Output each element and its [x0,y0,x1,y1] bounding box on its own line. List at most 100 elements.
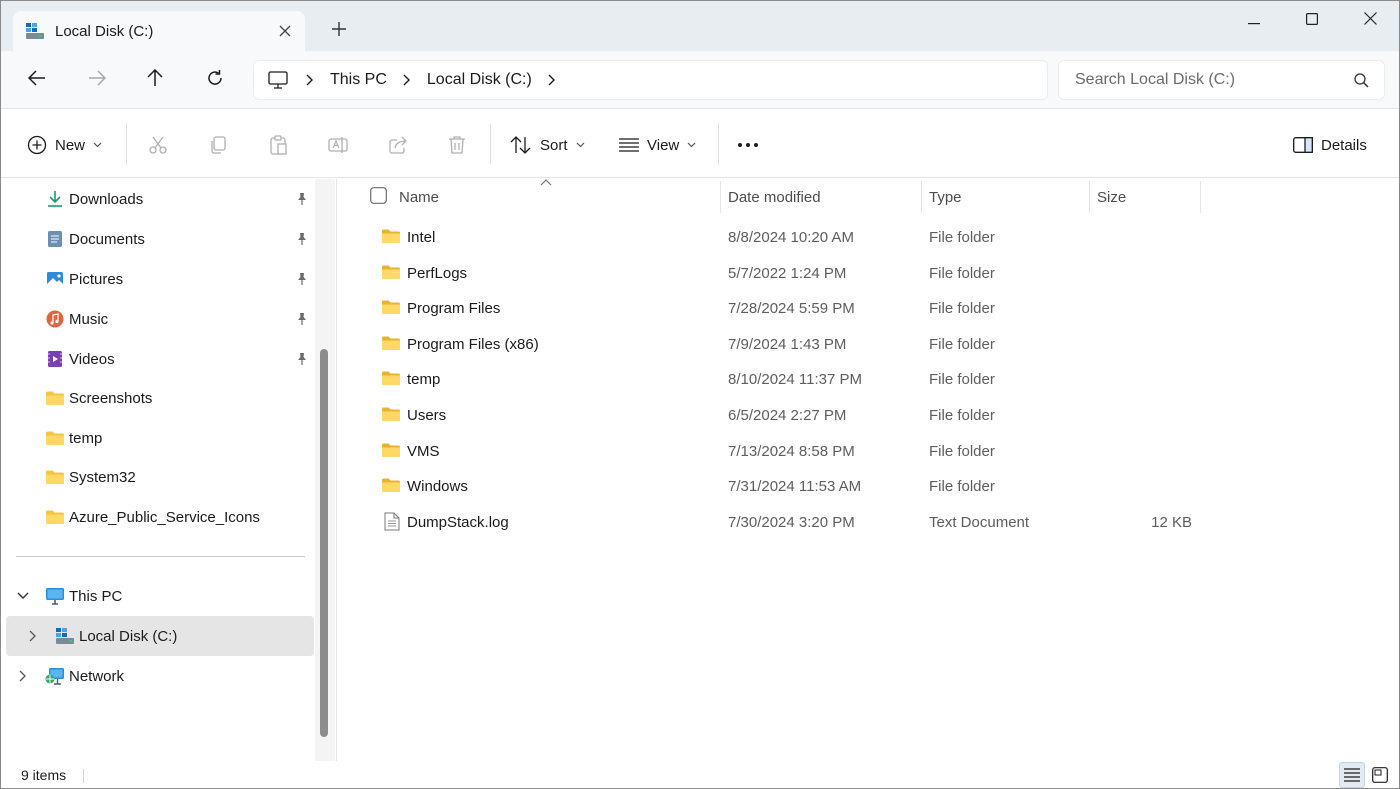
paste-button[interactable] [268,128,288,162]
table-row[interactable]: DumpStack.log 7/30/2024 3:20 PM Text Docum… [366,505,1206,540]
column-divider[interactable] [921,181,922,213]
select-all-checkbox[interactable] [370,187,387,204]
table-row[interactable]: temp 8/10/2024 11:37 PM File folder [366,362,1206,397]
sidebar-item-network[interactable]: Network [1,656,315,696]
pin-icon[interactable] [295,272,309,286]
close-window-button[interactable] [1341,1,1399,39]
details-view-button[interactable] [1339,762,1365,788]
sidebar-item-screenshots[interactable]: Screenshots [1,378,315,418]
share-icon [388,135,408,155]
file-date-modified: 7/13/2024 8:58 PM [728,442,855,460]
forward-button[interactable] [79,64,115,96]
chevron-right-icon[interactable] [306,74,314,86]
sidebar-item-label: Screenshots [69,389,153,407]
scrollbar-thumb[interactable] [320,349,328,737]
tab-local-disk[interactable]: Local Disk (C:) [13,11,305,51]
sidebar-item-pictures[interactable]: Pictures [1,259,315,299]
column-header-size[interactable]: Size [1097,179,1126,215]
chevron-right-icon[interactable] [29,630,37,642]
delete-button[interactable] [447,128,467,162]
file-type: File folder [929,229,995,246]
sidebar-item-system32[interactable]: System32 [1,457,315,497]
chevron-down-icon[interactable] [17,592,29,600]
back-button[interactable] [19,64,55,96]
cut-button[interactable] [148,128,168,162]
search-input[interactable] [1075,71,1346,89]
maximize-button[interactable] [1283,1,1341,39]
breadcrumb-this-pc[interactable]: This PC [330,71,387,89]
minimize-button[interactable] [1225,1,1283,39]
folder-icon [45,507,65,527]
up-button[interactable] [137,64,173,96]
chevron-right-icon[interactable] [403,74,411,86]
table-row[interactable]: PerfLogs 5/7/2022 1:24 PM File folder [366,256,1206,291]
table-row[interactable]: Program Files (x86) 7/9/2024 1:43 PM File … [366,327,1206,362]
toolbar-divider [718,124,719,164]
search-icon[interactable] [1346,72,1376,88]
column-divider[interactable] [1089,181,1090,213]
refresh-button[interactable] [197,64,233,96]
copy-button[interactable] [208,128,228,162]
minimize-icon [1248,12,1260,29]
folder-icon [381,477,401,495]
share-button[interactable] [388,128,408,162]
pane-divider[interactable] [336,179,337,761]
sidebar-item-label: System32 [69,468,136,486]
table-row[interactable]: Intel 8/8/2024 10:20 AM File folder [366,220,1206,255]
chevron-right-icon[interactable] [548,74,556,86]
breadcrumb-local-disk[interactable]: Local Disk (C:) [427,71,532,89]
sidebar-item-this-pc[interactable]: This PC [1,576,315,616]
pin-icon[interactable] [295,192,309,206]
new-tab-button[interactable] [323,17,355,45]
table-row[interactable]: Program Files 7/28/2024 5:59 PM File folde… [366,291,1206,326]
tiles-view-button[interactable] [1367,762,1393,788]
view-button[interactable]: View [619,128,696,162]
file-name: Users [407,407,447,424]
table-row[interactable]: Users 6/5/2024 2:27 PM File folder [366,398,1206,433]
plus-icon [332,22,346,40]
view-label: View [647,136,680,154]
column-header-type[interactable]: Type [929,179,962,215]
column-header-name[interactable]: Name [399,179,439,215]
sort-button[interactable]: Sort [510,128,585,162]
sidebar-item-local-disk[interactable]: Local Disk (C:) [6,616,314,656]
file-date-modified: 5/7/2022 1:24 PM [728,264,847,282]
status-bar: 9 items [1,761,1399,788]
videos-icon [45,349,65,369]
pin-icon[interactable] [295,352,309,366]
new-button[interactable]: New [27,128,102,162]
sidebar-item-videos[interactable]: Videos [1,339,315,379]
sidebar-item-label: Downloads [69,190,144,208]
sidebar-item-label: This PC [69,587,123,605]
rename-button[interactable] [328,128,348,162]
column-divider[interactable] [720,181,721,213]
search-box[interactable] [1058,60,1385,100]
sidebar-item-music[interactable]: Music [1,299,315,339]
chevron-right-icon[interactable] [19,670,27,682]
pin-icon[interactable] [295,312,309,326]
pin-icon[interactable] [295,232,309,246]
file-date-modified: 7/31/2024 11:53 AM [728,478,862,496]
file-type: File folder [929,442,995,460]
sidebar-item-temp[interactable]: temp [1,418,315,458]
column-header-date-modified[interactable]: Date modified [728,179,821,215]
table-row[interactable]: VMS 7/13/2024 8:58 PM File folder [366,434,1206,469]
sidebar-item-azure-public-service-icons[interactable]: Azure_Public_Service_Icons [1,497,315,537]
sidebar-divider [16,556,305,557]
close-tab-icon[interactable] [271,17,299,45]
arrow-left-icon [27,70,46,90]
file-list: Name Date modified Type Size Intel 8/8/20… [338,179,1398,761]
folder-icon [381,370,401,388]
more-options-button[interactable] [737,128,759,162]
sidebar-item-documents[interactable]: Documents [1,219,315,259]
table-row[interactable]: Windows 7/31/2024 11:53 AM File folder [366,469,1206,504]
copy-icon [208,135,228,155]
toolbar-divider [126,124,127,164]
sidebar-item-downloads[interactable]: Downloads [1,179,315,219]
folder-icon [45,428,65,448]
column-divider[interactable] [1200,181,1201,213]
sidebar-scrollbar[interactable] [315,179,335,761]
details-pane-button[interactable]: Details [1293,128,1367,162]
sidebar-item-label: Local Disk (C:) [79,627,178,645]
address-bar[interactable]: This PC Local Disk (C:) [253,60,1048,100]
